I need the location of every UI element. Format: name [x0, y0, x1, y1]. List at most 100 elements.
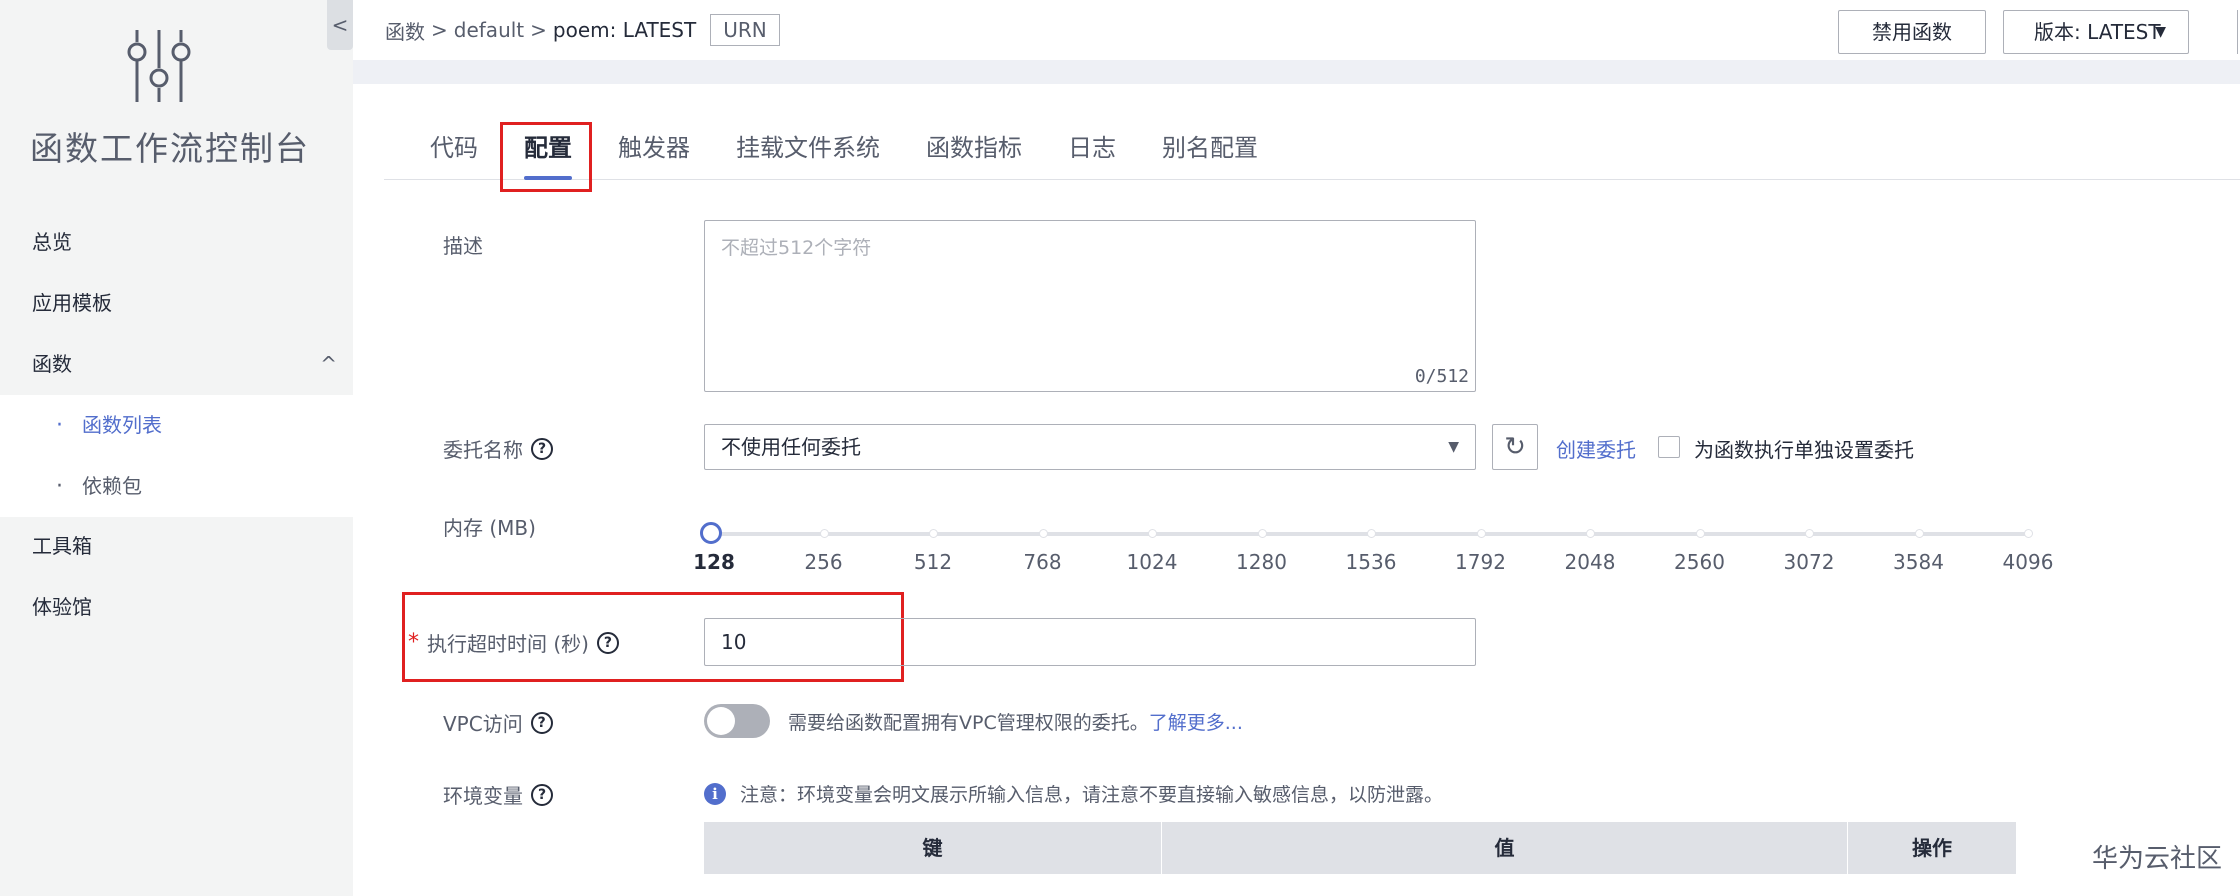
timeout-input[interactable]: 10 — [704, 618, 1476, 666]
sidebar-subitem-label: 依赖包 — [82, 474, 142, 498]
tab-code[interactable]: 代码 — [430, 128, 478, 180]
tab-mount-filesystem[interactable]: 挂载文件系统 — [736, 128, 880, 180]
topbar: 函数 > default > poem: LATEST URN 禁用函数 版本:… — [353, 0, 2240, 60]
vpc-learn-more-link[interactable]: 了解更多... — [1149, 712, 1243, 734]
vpc-toggle-knob — [707, 707, 735, 735]
separate-agency-checkbox[interactable] — [1658, 436, 1680, 458]
sidebar-collapse-button[interactable]: < — [327, 0, 353, 50]
content-gap — [353, 60, 2240, 84]
memory-option-label[interactable]: 768 — [1023, 550, 1061, 574]
chevron-up-icon: ^ — [320, 352, 337, 376]
caret-down-icon: ▼ — [1448, 439, 1459, 455]
memory-slider-tick[interactable] — [1257, 529, 1267, 538]
tab-logs[interactable]: 日志 — [1068, 128, 1116, 180]
description-textarea[interactable]: 不超过512个字符 0/512 — [704, 220, 1476, 392]
memory-slider-tick[interactable] — [1805, 529, 1814, 538]
sidebar-nav: 总览 应用模板 函数 ^ 函数列表 依赖包 — [0, 212, 353, 517]
create-agency-link[interactable]: 创建委托 — [1556, 434, 1636, 463]
sidebar-item-label: 函数 — [32, 352, 72, 376]
tab-alias-config[interactable]: 别名配置 — [1162, 128, 1258, 180]
refresh-icon: ↻ — [1504, 432, 1526, 462]
breadcrumb-functions-link[interactable]: 函数 — [385, 16, 425, 45]
help-icon[interactable]: ? — [530, 711, 553, 734]
memory-option-label[interactable]: 4096 — [2003, 550, 2054, 574]
help-icon[interactable]: ? — [596, 631, 619, 654]
sidebar-item-overview[interactable]: 总览 — [0, 212, 353, 273]
memory-option-label[interactable]: 256 — [804, 550, 842, 574]
memory-slider-tick[interactable] — [1914, 529, 1924, 538]
vpc-hint: 需要给函数配置拥有VPC管理权限的委托。了解更多... — [788, 708, 1243, 735]
sidebar-item-functions[interactable]: 函数 ^ — [0, 334, 353, 395]
env-column-key: 键 — [704, 822, 1162, 874]
memory-slider-tick[interactable] — [1038, 529, 1048, 538]
sidebar-item-app-templates[interactable]: 应用模板 — [0, 273, 353, 334]
disable-function-button[interactable]: 禁用函数 — [1838, 10, 1986, 54]
description-label: 描述 — [443, 230, 483, 259]
vpc-label: VPC访问 ? — [443, 708, 553, 737]
sidebar-item-experience-hall[interactable]: 体验馆 — [0, 577, 353, 638]
breadcrumb-separator: > — [431, 18, 448, 42]
sidebar-subitem-dependencies[interactable]: 依赖包 — [0, 456, 353, 517]
memory-label-text: 内存 (MB) — [443, 516, 536, 540]
env-label: 环境变量 ? — [443, 780, 553, 809]
memory-slider-labels: 128 256 512 768 1024 1280 1536 1792 2048 2560 3072… — [384, 550, 2240, 580]
function-graph-logo-icon — [127, 30, 191, 102]
memory-option-label[interactable]: 3072 — [1784, 550, 1835, 574]
memory-option-label[interactable]: 128 — [693, 550, 735, 574]
env-column-actions: 操作 — [1912, 836, 1952, 860]
breadcrumb-app-link[interactable]: default — [454, 18, 524, 42]
help-icon[interactable]: ? — [531, 783, 553, 806]
env-column-value: 值 — [1162, 822, 1848, 874]
sidebar-subitem-function-list[interactable]: 函数列表 — [0, 395, 353, 456]
description-placeholder: 不超过512个字符 — [721, 237, 872, 259]
memory-slider-tick[interactable] — [1367, 529, 1376, 538]
memory-option-label[interactable]: 512 — [914, 550, 952, 574]
env-note-text: 注意：环境变量会明文展示所输入信息，请注意不要直接输入敏感信息，以防泄露。 — [740, 784, 1444, 806]
sidebar-lower-nav: 工具箱 体验馆 — [0, 516, 353, 638]
memory-option-label[interactable]: 2048 — [1565, 550, 1616, 574]
required-mark: * — [408, 630, 419, 655]
memory-slider-handle[interactable] — [700, 522, 722, 544]
functions-subnav: 函数列表 依赖包 — [0, 395, 353, 517]
timeout-value: 10 — [721, 630, 747, 654]
memory-slider-tick[interactable] — [2024, 529, 2033, 538]
version-select[interactable]: 版本: LATEST ▼ — [2003, 10, 2189, 54]
description-label-text: 描述 — [443, 234, 483, 258]
config-tab-highlight-box — [500, 122, 592, 192]
sidebar-item-toolbox[interactable]: 工具箱 — [0, 516, 353, 577]
env-table-header: 键 值 操作 — [704, 822, 2016, 874]
tab-triggers[interactable]: 触发器 — [618, 128, 690, 180]
agency-label: 委托名称 ? — [443, 434, 553, 463]
memory-slider-tick[interactable] — [929, 529, 938, 538]
breadcrumb-separator: > — [530, 18, 547, 42]
memory-slider-tick[interactable] — [1476, 529, 1486, 538]
agency-label-text: 委托名称 — [443, 438, 523, 462]
env-note: i 注意：环境变量会明文展示所输入信息，请注意不要直接输入敏感信息，以防泄露。 — [704, 780, 1443, 807]
env-label-text: 环境变量 — [443, 784, 523, 808]
memory-option-label[interactable]: 1536 — [1346, 550, 1397, 574]
memory-slider-tick[interactable] — [1586, 529, 1595, 538]
tab-metrics[interactable]: 函数指标 — [926, 128, 1022, 180]
timeout-label-text: 执行超时时间 (秒) — [427, 632, 589, 656]
timeout-label: * 执行超时时间 (秒) ? — [408, 628, 619, 657]
help-icon[interactable]: ? — [531, 437, 553, 460]
memory-slider-tick[interactable] — [1695, 529, 1705, 538]
memory-option-label[interactable]: 1024 — [1127, 550, 1178, 574]
memory-option-label[interactable]: 2560 — [1674, 550, 1725, 574]
agency-select[interactable]: 不使用任何委托 ▼ — [704, 424, 1476, 470]
memory-option-label[interactable]: 1280 — [1236, 550, 1287, 574]
vpc-toggle[interactable] — [704, 704, 770, 738]
config-card: 代码 配置 触发器 挂载文件系统 函数指标 日志 别名配置 描述 不超过512个… — [384, 84, 2240, 896]
refresh-button[interactable]: ↻ — [1492, 424, 1538, 470]
memory-slider-tick[interactable] — [819, 529, 829, 538]
memory-option-label[interactable]: 3584 — [1893, 550, 1944, 574]
memory-option-label[interactable]: 1792 — [1455, 550, 1506, 574]
watermark: 华为云社区 — [2092, 844, 2223, 874]
sidebar-subitem-label: 函数列表 — [82, 413, 162, 437]
urn-button[interactable]: URN — [710, 14, 780, 46]
console-title: 函数工作流控制台 — [30, 129, 310, 168]
memory-slider-tick[interactable] — [1148, 529, 1157, 538]
breadcrumb-current: poem: LATEST — [552, 18, 697, 42]
breadcrumb: 函数 > default > poem: LATEST URN — [385, 14, 780, 46]
caret-down-icon: ▼ — [2155, 24, 2166, 40]
